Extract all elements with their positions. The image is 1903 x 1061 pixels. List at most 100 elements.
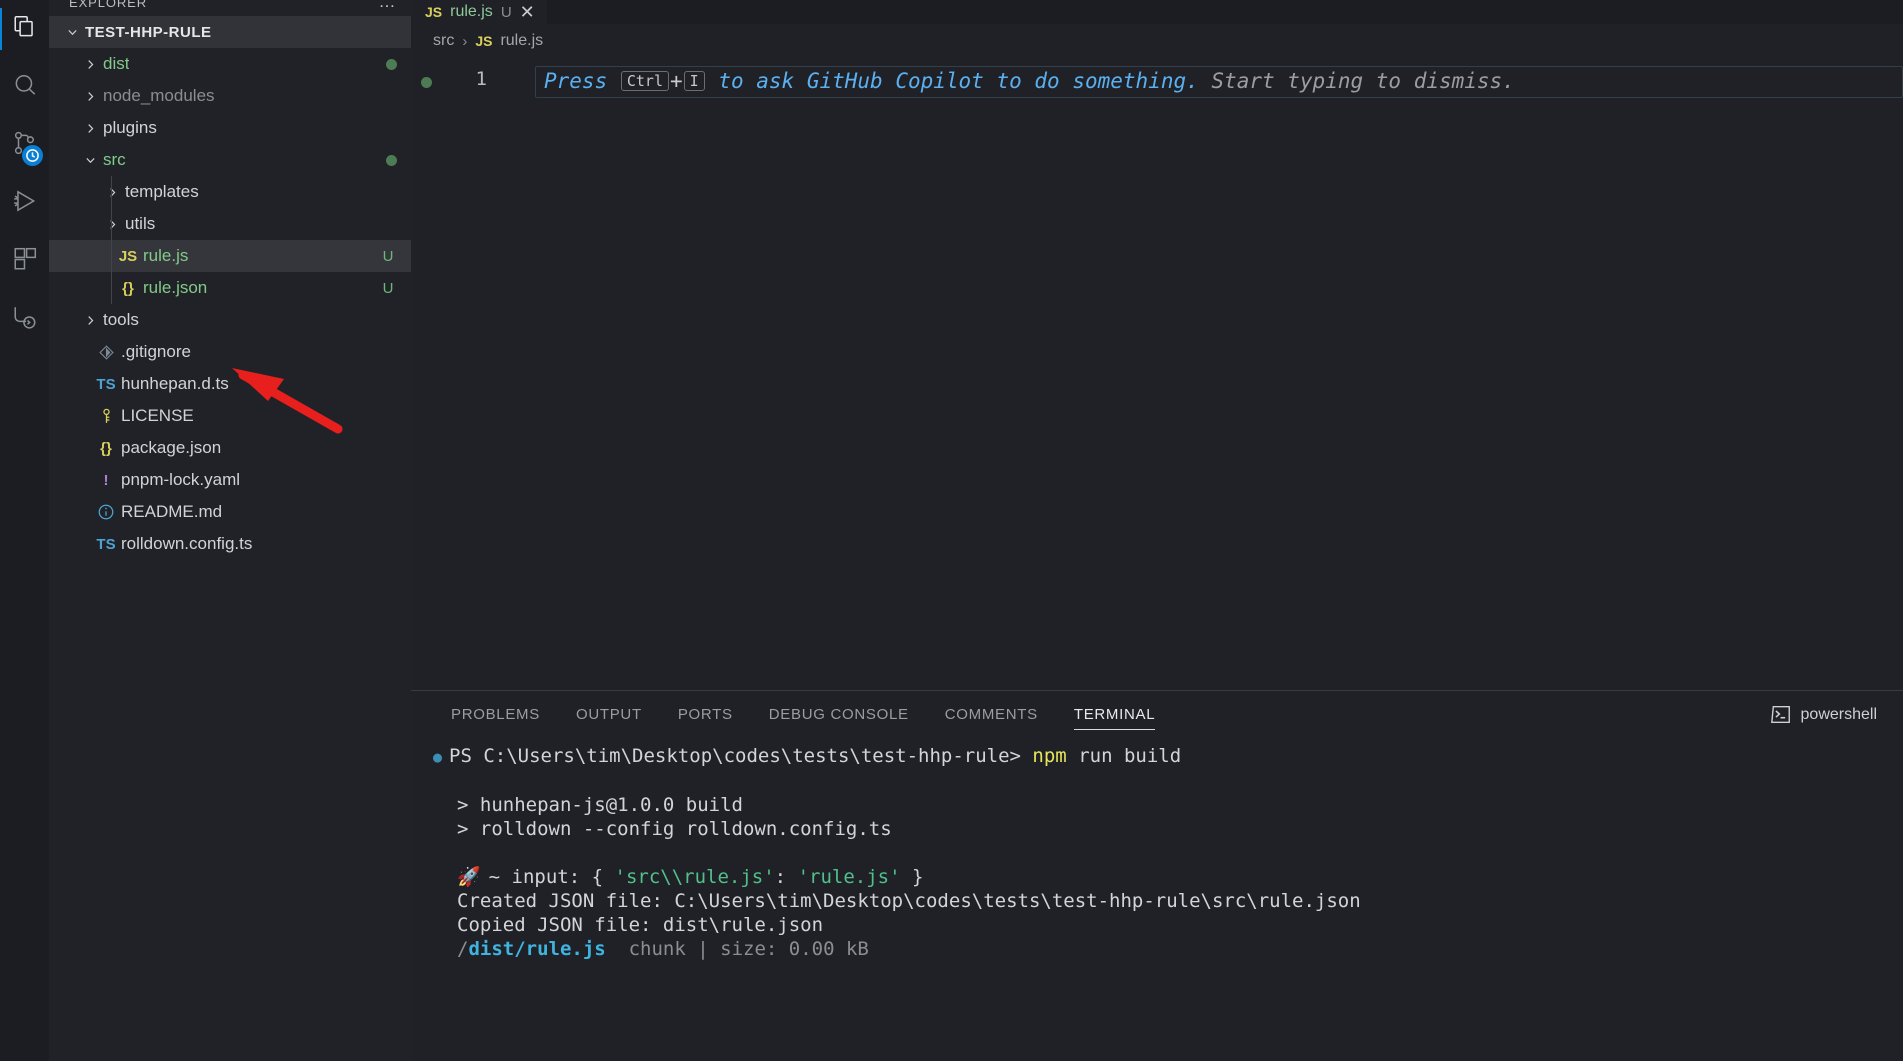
clock-icon [22, 145, 43, 166]
copilot-inline-hint[interactable]: Press Ctrl + I to ask GitHub Copilot to do… [535, 66, 1903, 98]
breadcrumb-folder[interactable]: src [433, 32, 454, 50]
chevron-right-icon[interactable] [99, 186, 125, 199]
explorer-title: EXPLORER [69, 0, 148, 10]
file-type-icon: ! [103, 471, 109, 489]
chevron-right-icon[interactable] [99, 218, 125, 231]
editor-tab-label: rule.js [450, 3, 493, 20]
more-actions-icon[interactable]: … [379, 0, 398, 10]
tree-item-label: hunhepan.d.ts [121, 374, 229, 393]
tree-item-package-json[interactable]: {} package.json [49, 432, 411, 464]
tree-item-rolldown-config-ts[interactable]: TS rolldown.config.ts [49, 528, 411, 560]
tree-item-label: dist [103, 54, 130, 73]
file-type-icon: TS [96, 375, 116, 393]
code-editor[interactable]: 1 Press Ctrl + I to ask GitHub Copilot to … [411, 58, 1903, 690]
workspace-root-row[interactable]: TEST-HHP-RULE [49, 16, 411, 48]
tree-item-license[interactable]: LICENSE [49, 400, 411, 432]
panel-tab-debug-console[interactable]: DEBUG CONSOLE [751, 691, 927, 738]
terminal-shell-indicator[interactable]: powershell [1770, 691, 1877, 738]
editor-area: JS rule.js U ✕ src › JS rule.js 1 Press … [411, 0, 1903, 1061]
hint-middle: to ask GitHub Copilot to do something. [705, 69, 1199, 93]
tree-item-hunhepan-d-ts[interactable]: TS hunhepan.d.ts [49, 368, 411, 400]
js-file-icon: JS [475, 33, 493, 49]
panel-tab-ports[interactable]: PORTS [660, 691, 751, 738]
prompt-bullet-icon: ● [433, 748, 443, 766]
shell-label: powershell [1800, 705, 1877, 723]
activity-item-source-control[interactable] [0, 116, 49, 174]
editor-line-1: 1 Press Ctrl + I to ask GitHub Copilot to … [411, 58, 1903, 98]
terminal-output-line: Copied JSON file: dist\rule.json [457, 914, 824, 936]
chevron-right-icon: › [462, 32, 468, 50]
tree-item-plugins[interactable]: plugins [49, 112, 411, 144]
tree-item-dist[interactable]: dist [49, 48, 411, 80]
tree-item-label: package.json [121, 438, 222, 457]
panel-tab-output[interactable]: OUTPUT [558, 691, 660, 738]
activity-item-explorer[interactable] [0, 0, 49, 58]
activity-item-remote-explorer[interactable] [0, 290, 49, 348]
vscode-window: EXPLORER … TEST-HHP-RULE dist node_module… [0, 0, 1903, 1061]
command-args: run build [1066, 745, 1182, 767]
activity-item-extensions[interactable] [0, 232, 49, 290]
editor-tab-rule-js[interactable]: JS rule.js U ✕ [411, 0, 547, 24]
terminal-input-line: 🚀 ~ input: { 'src\\rule.js': 'rule.js' } [457, 866, 924, 888]
close-icon[interactable]: ✕ [520, 3, 535, 21]
chevron-down-icon [59, 26, 85, 39]
tree-item-tools[interactable]: tools [49, 304, 411, 336]
tree-item-templates[interactable]: templates [49, 176, 411, 208]
terminal-output-line: Created JSON file: C:\Users\tim\Desktop\… [457, 890, 1361, 912]
activity-item-run-and-debug[interactable] [0, 174, 49, 232]
indent-guide [111, 208, 112, 240]
panel-tab-terminal[interactable]: TERMINAL [1056, 691, 1173, 738]
tree-item-label: templates [125, 182, 199, 201]
chevron-right-icon[interactable] [77, 58, 103, 71]
tree-item-label: src [103, 150, 126, 169]
tree-item-label: LICENSE [121, 406, 194, 425]
tree-item-rule-json[interactable]: {} rule.json U [49, 272, 411, 304]
chevron-right-icon[interactable] [77, 90, 103, 103]
indent-guide [111, 176, 112, 208]
indent-guide [111, 240, 112, 272]
terminal-output-line: > rolldown --config rolldown.config.ts [457, 818, 892, 840]
bottom-panel: PROBLEMS OUTPUT PORTS DEBUG CONSOLE COMMENTS… [411, 690, 1903, 1061]
terminal-output[interactable]: ● PS C:\Users\tim\Desktop\codes\tests\tes… [411, 738, 1903, 1061]
git-status-badge: U [382, 279, 394, 297]
license-key-icon [91, 407, 121, 426]
panel-tab-bar: PROBLEMS OUTPUT PORTS DEBUG CONSOLE COMMENTS… [411, 691, 1903, 738]
workspace-root-label: TEST-HHP-RULE [85, 23, 212, 41]
gutter-change-dot [411, 66, 441, 88]
hint-plus: + [669, 69, 683, 93]
panel-tab-problems[interactable]: PROBLEMS [433, 691, 558, 738]
breadcrumb-file[interactable]: rule.js [500, 32, 543, 50]
tree-item-utils[interactable]: utils [49, 208, 411, 240]
tree-item-rule-js[interactable]: JS rule.js U [49, 240, 411, 272]
file-type-icon: {} [100, 439, 112, 457]
activity-bar [0, 0, 49, 1061]
rocket-icon: 🚀 [457, 866, 481, 888]
tree-item-label: rule.json [143, 278, 208, 297]
file-type-icon: TS [96, 535, 116, 553]
tree-item-readme-md[interactable]: README.md [49, 496, 411, 528]
tree-item-node-modules[interactable]: node_modules [49, 80, 411, 112]
activity-item-search[interactable] [0, 58, 49, 116]
tree-item-pnpm-lock-yaml[interactable]: ! pnpm-lock.yaml [49, 464, 411, 496]
panel-tab-comments[interactable]: COMMENTS [927, 691, 1056, 738]
chevron-down-icon[interactable] [77, 154, 103, 167]
breadcrumb: src › JS rule.js [411, 24, 1903, 58]
editor-tab-bar: JS rule.js U ✕ [411, 0, 1903, 24]
tree-item--gitignore[interactable]: .gitignore [49, 336, 411, 368]
js-file-icon: JS [425, 4, 443, 20]
tree-item-src[interactable]: src [49, 144, 411, 176]
chevron-right-icon[interactable] [77, 314, 103, 327]
run-debug-icon [12, 188, 38, 219]
tree-item-label: plugins [103, 118, 157, 137]
remote-icon [12, 304, 38, 335]
chevron-right-icon[interactable] [77, 122, 103, 135]
kbd-i: I [683, 71, 705, 91]
line-number: 1 [475, 68, 487, 90]
explorer-sidebar: EXPLORER … TEST-HHP-RULE dist node_module… [49, 0, 411, 1061]
tree-item-label: .gitignore [121, 342, 191, 361]
file-type-icon: {} [122, 279, 134, 297]
terminal-chunk-line: /dist/rule.js chunk | size: 0.00 kB [457, 938, 869, 960]
indent-guide [111, 272, 112, 304]
